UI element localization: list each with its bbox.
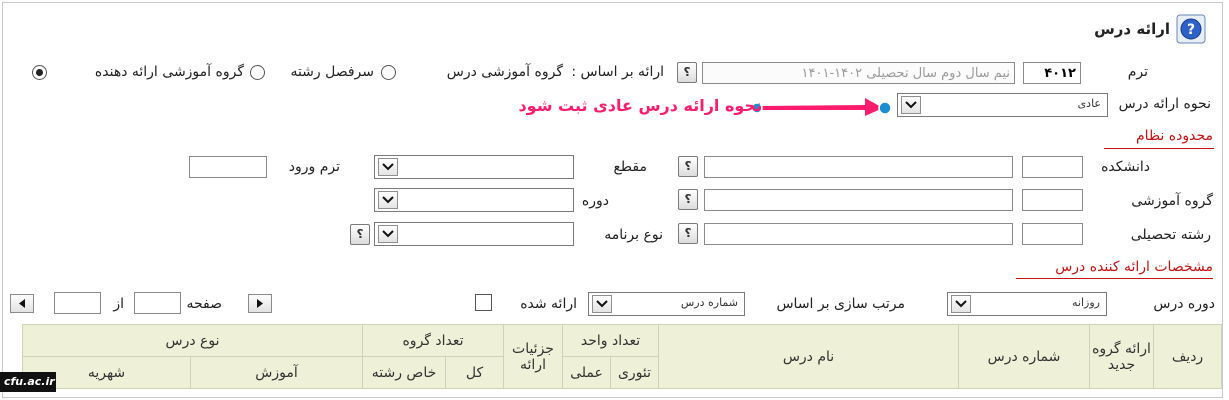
course-period-value: روزانه (1072, 296, 1100, 309)
offered-checkbox[interactable] (475, 294, 492, 311)
chevron-down-icon (901, 96, 921, 114)
col-course-type: نوع درس (22, 324, 363, 357)
arrow-right-icon (257, 299, 263, 308)
col-new-group: ارائه گروه جدید (1089, 324, 1155, 389)
page-label: صفحه (186, 296, 222, 312)
sort-label: مرتب سازی بر اساس (776, 296, 905, 312)
edu-group-label: گروه آموزشی (1131, 193, 1213, 209)
chevron-down-icon (378, 158, 398, 176)
col-major-specific: خاص رشته (362, 356, 446, 389)
chevron-down-icon (951, 295, 971, 313)
edu-group-code-input[interactable] (1022, 189, 1083, 211)
system-scope-underline (1104, 148, 1214, 149)
course-period-select[interactable]: روزانه (947, 292, 1107, 316)
offer-method-select[interactable]: عادی (897, 93, 1108, 117)
term-help-button[interactable]: ؟ (677, 62, 697, 83)
system-scope-heading: محدوده نظام (1136, 128, 1213, 144)
col-practical: عملی (562, 356, 611, 389)
term-description-field (702, 62, 1015, 84)
major-code-input[interactable] (1022, 223, 1083, 245)
level-select[interactable] (374, 155, 574, 179)
total-pages-field (54, 292, 101, 314)
period-select[interactable] (374, 188, 574, 212)
radio-provider-group-label: گروه آموزشی ارائه دهنده (94, 64, 244, 80)
sort-value: شماره درس (680, 296, 738, 309)
faculty-name-field (704, 156, 1013, 178)
svg-text:?: ? (1187, 22, 1195, 38)
edu-group-help-button[interactable]: ؟ (678, 189, 698, 210)
program-type-label: نوع برنامه (604, 227, 663, 243)
radio-group-course-label: گروه آموزشی درس (446, 64, 563, 80)
chevron-down-icon (592, 295, 612, 313)
offer-method-value: عادی (1077, 97, 1101, 110)
chevron-down-icon (378, 225, 398, 243)
col-education: آموزش (190, 356, 363, 389)
help-circle-icon[interactable]: ? (1176, 14, 1206, 44)
faculty-help-button[interactable]: ؟ (678, 156, 698, 177)
term-label: ترم (1127, 64, 1148, 80)
provider-heading: مشخصات ارائه کننده درس (1055, 259, 1213, 275)
col-course-name: نام درس (658, 324, 960, 389)
period-label: دوره (581, 193, 609, 209)
offer-method-label: نحوه ارائه درس (1118, 96, 1211, 112)
major-name-field (704, 223, 1013, 245)
annotation-arrow (751, 98, 892, 116)
term-input[interactable] (1023, 62, 1081, 84)
major-label: رشته تحصیلی (1130, 227, 1211, 243)
col-theory: تئوری (609, 356, 660, 389)
col-units: تعداد واحد (561, 324, 660, 357)
major-help-button[interactable]: ؟ (678, 223, 698, 244)
chevron-down-icon (378, 191, 398, 209)
page-number-input[interactable] (134, 292, 181, 314)
program-type-select[interactable] (374, 222, 574, 246)
course-period-label: دوره درس (1153, 296, 1215, 312)
watermark-text: cfu.ac.ir (4, 375, 55, 388)
radio-group-course[interactable] (381, 65, 396, 80)
annotation-text: نحوه ارائه درس عادی ثبت شود (518, 96, 762, 115)
radio-major-syllabus[interactable] (250, 65, 265, 80)
arrow-left-icon (19, 299, 25, 308)
offered-label: ارائه شده (520, 296, 577, 312)
faculty-label: دانشکده (1101, 159, 1150, 175)
radio-major-syllabus-label: سرفصل رشته (290, 64, 374, 80)
radio-provider-group[interactable] (32, 65, 47, 80)
prev-page-button[interactable] (10, 294, 34, 313)
watermark-logo: cfu.ac.ir (0, 372, 56, 392)
entry-term-label: ترم ورود (288, 159, 340, 175)
provider-underline (1016, 278, 1213, 279)
entry-term-input[interactable] (189, 156, 267, 178)
col-total: کل (445, 356, 504, 389)
offer-basis-label: ارائه بر اساس : (571, 64, 664, 80)
col-group-count: تعداد گروه (362, 324, 504, 357)
sort-select[interactable]: شماره درس (588, 292, 745, 316)
col-course-number: شماره درس (958, 324, 1091, 389)
col-row: ردیف (1153, 324, 1223, 389)
level-label: مقطع (613, 159, 647, 175)
col-offer-details: جزئیات ارائه (503, 324, 563, 389)
faculty-code-input[interactable] (1022, 156, 1083, 178)
edu-group-name-field (704, 189, 1013, 211)
courses-table: نوع درس تعداد گروه جزئیات ارائه تعداد وا… (22, 324, 1223, 389)
of-label: از (113, 296, 124, 312)
program-type-help-button[interactable]: ؟ (350, 224, 370, 245)
page-title: ارائه درس (1094, 20, 1170, 38)
next-page-button[interactable] (248, 294, 272, 313)
